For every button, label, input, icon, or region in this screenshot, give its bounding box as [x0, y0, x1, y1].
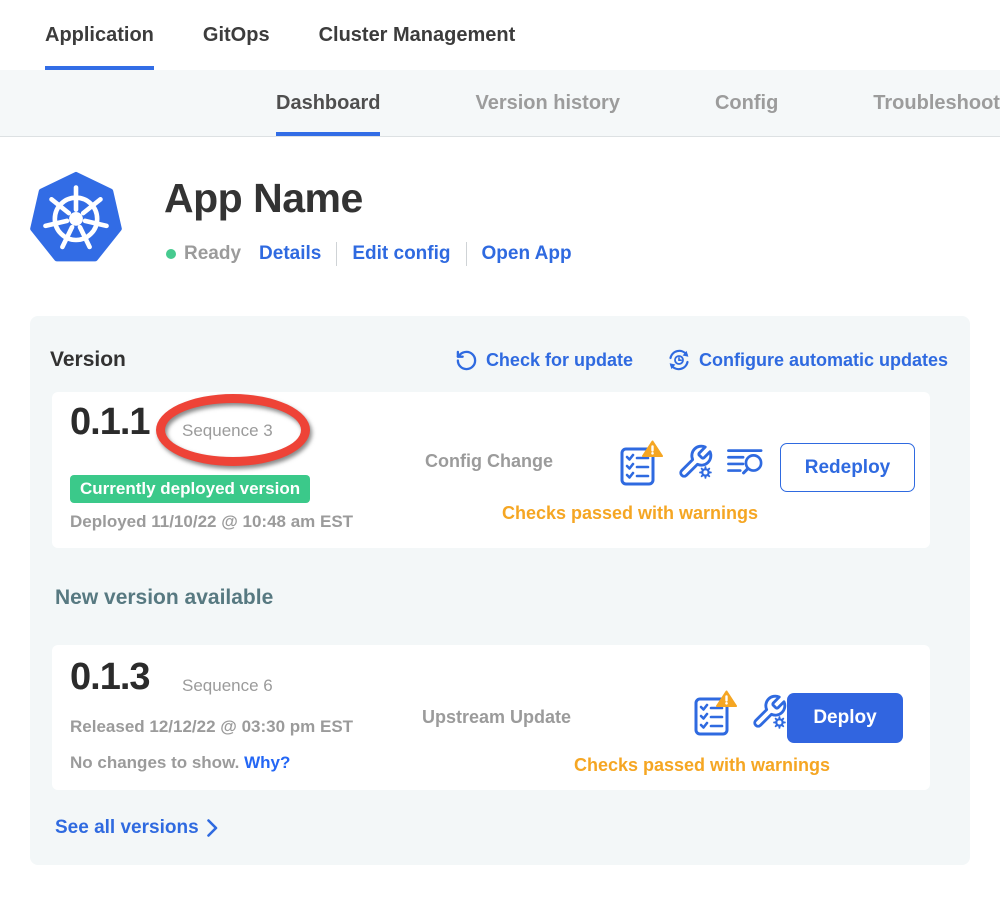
page-title: App Name: [164, 175, 363, 222]
app-sub-nav: Dashboard Version history Config Trouble…: [0, 70, 1000, 137]
currently-deployed-badge: Currently deployed version: [70, 475, 310, 503]
tab-application[interactable]: Application: [45, 0, 154, 70]
app-status-row: Ready Details Edit config Open App: [166, 242, 572, 266]
status-dot-icon: [166, 249, 176, 259]
tab-troubleshoot[interactable]: Troubleshoot: [873, 70, 1000, 136]
tab-dashboard[interactable]: Dashboard: [276, 70, 380, 136]
current-version-card: 0.1.1 Sequence 3 Currently deployed vers…: [52, 392, 930, 548]
current-version-number: 0.1.1: [70, 401, 150, 444]
checks-status-current: Checks passed with warnings: [412, 503, 848, 524]
redeploy-button[interactable]: Redeploy: [780, 443, 915, 492]
version-check-icons: [693, 690, 788, 738]
see-all-versions-link[interactable]: See all versions: [55, 817, 218, 839]
why-link[interactable]: Why?: [244, 753, 290, 772]
no-changes-line: No changes to show. Why?: [70, 753, 290, 773]
version-section-header: Version Check for update Configure: [30, 316, 970, 372]
version-source-label: Config Change: [425, 451, 553, 472]
available-version-card: 0.1.3 Sequence 6 Released 12/12/22 @ 03:…: [52, 645, 930, 790]
tab-cluster-management[interactable]: Cluster Management: [319, 0, 516, 70]
configure-automatic-updates-button[interactable]: Configure automatic updates: [667, 348, 948, 372]
divider: [466, 242, 467, 266]
version-source-label: Upstream Update: [422, 707, 571, 728]
tab-version-history[interactable]: Version history: [475, 70, 620, 136]
see-all-versions-label: See all versions: [55, 817, 199, 839]
app-header: App Name Ready Details Edit config Open …: [0, 137, 1000, 317]
primary-nav: Application GitOps Cluster Management: [0, 0, 1000, 70]
no-changes-text: No changes to show.: [70, 753, 239, 772]
view-diff-icon[interactable]: [727, 447, 763, 482]
current-version-sequence: Sequence 3: [182, 421, 273, 441]
details-link[interactable]: Details: [259, 243, 321, 265]
preflight-checks-icon[interactable]: [619, 440, 663, 488]
chevron-right-icon: [207, 819, 218, 837]
available-version-sequence: Sequence 6: [182, 676, 273, 696]
version-section-title: Version: [50, 348, 126, 372]
available-version-number: 0.1.3: [70, 656, 150, 699]
deploy-button[interactable]: Deploy: [787, 693, 903, 743]
open-app-link[interactable]: Open App: [482, 243, 572, 265]
check-for-update-label: Check for update: [486, 350, 633, 371]
edit-config-link[interactable]: Edit config: [352, 243, 450, 265]
refresh-icon: [455, 349, 478, 372]
new-version-available-heading: New version available: [55, 586, 273, 610]
config-values-icon[interactable]: [750, 693, 788, 736]
config-values-icon[interactable]: [676, 443, 714, 486]
version-check-icons: [619, 440, 763, 488]
released-timestamp: Released 12/12/22 @ 03:30 pm EST: [70, 717, 353, 737]
preflight-checks-icon[interactable]: [693, 690, 737, 738]
tab-gitops[interactable]: GitOps: [203, 0, 270, 70]
version-section: Version Check for update Configure: [30, 316, 970, 865]
tab-config[interactable]: Config: [715, 70, 778, 136]
kubernetes-logo-icon: [30, 171, 122, 263]
status-label: Ready: [184, 243, 241, 265]
divider: [336, 242, 337, 266]
check-for-update-button[interactable]: Check for update: [455, 349, 633, 372]
deployed-timestamp: Deployed 11/10/22 @ 10:48 am EST: [70, 512, 353, 532]
auto-update-schedule-icon: [667, 348, 691, 372]
configure-automatic-updates-label: Configure automatic updates: [699, 350, 948, 371]
checks-status-available: Checks passed with warnings: [482, 755, 922, 776]
